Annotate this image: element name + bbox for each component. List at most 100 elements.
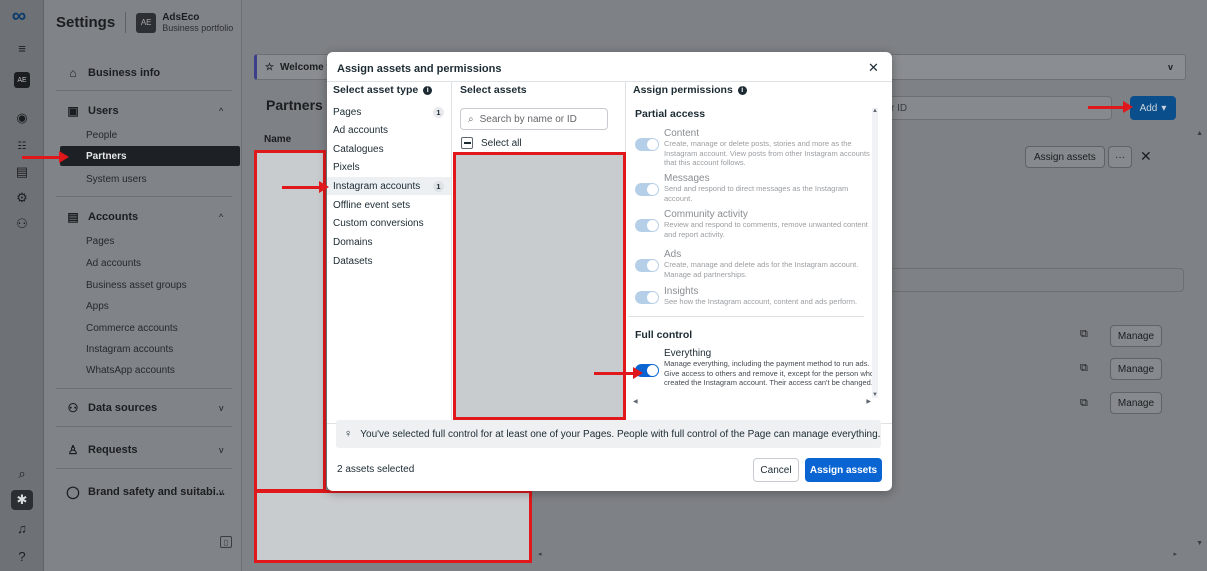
more-options-button[interactable]: ··· xyxy=(1108,146,1132,168)
sidebar-item-apps[interactable]: Apps xyxy=(86,301,109,312)
permissions-scrollbar[interactable]: ▲ ▼ xyxy=(872,108,878,398)
asset-search-input[interactable]: ⌕ Search by name or ID xyxy=(460,108,608,130)
info-icon[interactable]: i xyxy=(423,85,433,95)
asset-type-offline-event-sets[interactable]: Offline event sets xyxy=(327,196,451,214)
assign-assets-button-bg[interactable]: Assign assets xyxy=(1025,146,1105,168)
ads-icon[interactable]: ◉ xyxy=(11,108,33,128)
sidebar-item-instagram-accounts[interactable]: Instagram accounts xyxy=(86,344,173,355)
redacted-area xyxy=(254,490,532,563)
asset-type-label: Pages xyxy=(333,106,362,118)
manage-button[interactable]: Manage xyxy=(1110,392,1162,414)
sidebar-item-people[interactable]: People xyxy=(86,130,117,141)
asset-type-pixels[interactable]: Pixels xyxy=(327,158,451,176)
menu-icon[interactable]: ≡ xyxy=(11,38,33,58)
scroll-up-icon[interactable]: ▲ xyxy=(1196,130,1203,137)
manage-button[interactable]: Manage xyxy=(1110,358,1162,380)
close-panel-icon[interactable]: ✕ xyxy=(1140,148,1152,165)
info-icon[interactable]: i xyxy=(737,85,747,95)
notice-text: You've selected full control for at leas… xyxy=(360,428,881,440)
scroll-left-icon[interactable]: ◀ xyxy=(633,398,638,405)
sidebar-item-partners[interactable]: Partners xyxy=(60,146,240,166)
asset-type-ad-accounts[interactable]: Ad accounts xyxy=(327,121,451,139)
manage-button[interactable]: Manage xyxy=(1110,325,1162,347)
add-button[interactable]: Add ▾ xyxy=(1130,96,1176,120)
sidebar-item-pages[interactable]: Pages xyxy=(86,236,114,247)
people-icon[interactable]: ⚇ xyxy=(11,214,33,234)
chevron-down-icon[interactable]: v xyxy=(219,487,224,497)
open-external-icon[interactable]: ⧉ xyxy=(1080,328,1088,341)
permission-desc: Review and respond to comments, remove u… xyxy=(664,220,868,239)
nav-brand-safety[interactable]: ◯ Brand safety and suitabi... xyxy=(66,485,225,499)
nav-requests[interactable]: ♙ Requests xyxy=(66,443,138,457)
nav-users-label: Users xyxy=(88,105,119,117)
asset-type-label: Instagram accounts xyxy=(333,180,421,192)
meta-logo-icon[interactable]: ∞ xyxy=(8,5,30,27)
sidebar-item-business-asset-groups[interactable]: Business asset groups xyxy=(86,280,187,291)
asset-type-label: Ad accounts xyxy=(333,124,389,136)
asset-type-catalogues[interactable]: Catalogues xyxy=(327,140,451,158)
permission-name: Ads xyxy=(664,249,682,260)
search-icon: ⌕ xyxy=(468,113,474,125)
scroll-down-icon[interactable]: ▼ xyxy=(1196,540,1203,547)
asset-type-label: Offline event sets xyxy=(333,199,411,211)
nav-business-info[interactable]: ⌂ Business info xyxy=(66,66,160,80)
indeterminate-checkbox-icon xyxy=(461,137,473,149)
asset-type-instagram-accounts[interactable]: Instagram accounts 1 xyxy=(327,177,451,195)
annotation-arrow-add xyxy=(1088,101,1133,113)
scroll-left-icon[interactable]: ◂ xyxy=(538,550,1203,558)
permissions-h-scrollbar[interactable]: ◀ ▶ xyxy=(633,398,871,406)
content-toggle[interactable] xyxy=(635,138,659,151)
permission-desc: See how the Instagram account, content a… xyxy=(664,297,858,306)
nav-data-sources[interactable]: ⚇ Data sources xyxy=(66,401,157,415)
notifications-bell-icon[interactable]: ♫ xyxy=(11,518,33,538)
divider xyxy=(56,468,232,469)
selected-count: 2 assets selected xyxy=(337,464,415,475)
asset-type-pages[interactable]: Pages 1 xyxy=(327,103,451,121)
requests-icon: ♙ xyxy=(67,443,79,457)
business-avatar-icon[interactable]: AE xyxy=(11,70,33,90)
select-assets-heading: Select assets xyxy=(460,84,527,96)
lightbulb-icon: ♀ xyxy=(344,428,353,440)
scroll-right-icon[interactable]: ▶ xyxy=(866,398,871,405)
chevron-down-icon[interactable]: v xyxy=(219,403,224,413)
tools-icon[interactable]: ⚙ xyxy=(11,188,33,208)
sidebar-item-ad-accounts[interactable]: Ad accounts xyxy=(86,258,141,269)
partners-search-input[interactable]: r ID xyxy=(882,96,1112,120)
close-icon[interactable]: ✕ xyxy=(868,60,879,76)
scroll-up-icon[interactable]: ▲ xyxy=(872,108,878,114)
divider xyxy=(56,388,232,389)
details-field[interactable] xyxy=(882,268,1184,292)
asset-type-domains[interactable]: Domains xyxy=(327,233,451,251)
select-all-checkbox[interactable]: Select all xyxy=(461,137,522,149)
sidebar-item-system-users[interactable]: System users xyxy=(86,174,147,185)
sidebar-item-commerce-accounts[interactable]: Commerce accounts xyxy=(86,323,178,334)
chevron-down-icon[interactable]: v xyxy=(219,445,224,455)
chevron-up-icon[interactable]: ^ xyxy=(219,106,223,116)
chevron-down-icon[interactable]: v xyxy=(1168,62,1173,72)
scroll-down-icon[interactable]: ▼ xyxy=(872,392,878,398)
nav-business-info-label: Business info xyxy=(88,67,161,79)
nav-users[interactable]: ▣ Users xyxy=(66,104,119,118)
audience-icon[interactable]: ☷ xyxy=(11,136,33,156)
insights-toggle[interactable] xyxy=(635,291,659,304)
nav-accounts[interactable]: ▤ Accounts xyxy=(66,210,138,224)
column-divider xyxy=(451,81,452,423)
assign-assets-button[interactable]: Assign assets xyxy=(805,458,882,482)
community-activity-toggle[interactable] xyxy=(635,219,659,232)
cancel-button[interactable]: Cancel xyxy=(753,458,799,482)
chevron-up-icon[interactable]: ^ xyxy=(219,212,223,222)
collapse-sidebar-icon[interactable]: ▯ xyxy=(220,536,232,548)
open-external-icon[interactable]: ⧉ xyxy=(1080,397,1088,410)
sidebar-item-whatsapp-accounts[interactable]: WhatsApp accounts xyxy=(86,365,175,376)
search-icon[interactable]: ⌕ xyxy=(11,464,33,484)
help-icon[interactable]: ? xyxy=(11,546,33,566)
page-title: Partners ( xyxy=(266,97,332,113)
asset-type-datasets[interactable]: Datasets xyxy=(327,252,451,270)
billing-icon[interactable]: ▤ xyxy=(11,162,33,182)
business-switcher[interactable]: AE AdsEco Business portfolio xyxy=(125,12,233,33)
messages-toggle[interactable] xyxy=(635,183,659,196)
ads-toggle[interactable] xyxy=(635,259,659,272)
settings-gear-icon[interactable]: ✱ xyxy=(11,490,33,510)
asset-type-custom-conversions[interactable]: Custom conversions xyxy=(327,214,451,232)
open-external-icon[interactable]: ⧉ xyxy=(1080,362,1088,375)
